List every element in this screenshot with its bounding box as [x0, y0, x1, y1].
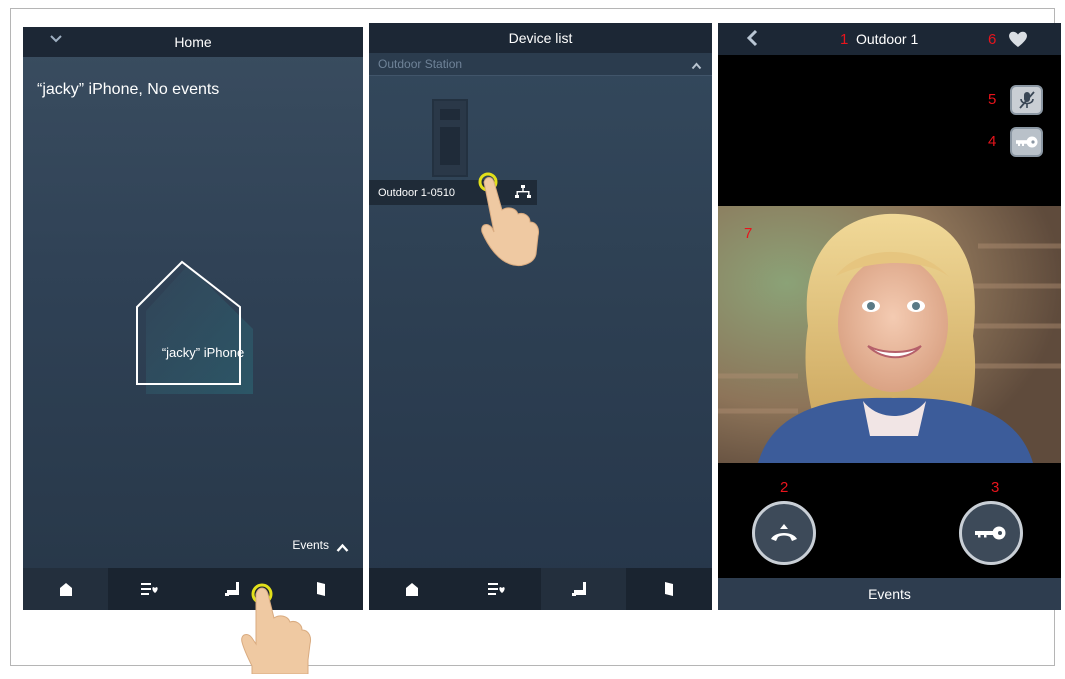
section-header[interactable]: Outdoor Station	[369, 53, 712, 76]
callout-1: 1	[840, 31, 849, 48]
events-bar[interactable]: Events	[718, 578, 1061, 610]
tab-favorites[interactable]	[108, 568, 193, 610]
house-button[interactable]	[128, 259, 258, 399]
callout-5: 5	[988, 91, 997, 108]
back-icon[interactable]	[746, 29, 758, 50]
tab-home[interactable]	[23, 568, 108, 610]
unlock-button[interactable]	[959, 501, 1023, 565]
device-name: Outdoor 1-0510	[378, 187, 456, 199]
key-icon	[975, 526, 1006, 540]
tab-door[interactable]	[626, 568, 712, 610]
home-topbar: Home	[23, 27, 363, 57]
camera-icon	[572, 582, 587, 596]
list-favorite-icon	[487, 583, 505, 595]
chevron-up-icon[interactable]	[691, 57, 702, 75]
section-label: Outdoor Station	[378, 57, 463, 71]
callout-3: 3	[991, 479, 1000, 496]
call-topbar: 1 Outdoor 1 6	[718, 23, 1061, 55]
status-text: “jacky” iPhone, No events	[37, 81, 220, 98]
tab-favorites[interactable]	[455, 568, 541, 610]
callout-4: 4	[988, 133, 997, 150]
outdoor-station-icon	[432, 99, 468, 177]
tap-hand-camera-tab	[238, 574, 318, 679]
tab-home[interactable]	[369, 568, 455, 610]
hang-up-icon	[771, 524, 797, 541]
callout-7: 7	[744, 225, 753, 242]
mute-button[interactable]	[1010, 85, 1043, 115]
callout-2: 2	[780, 479, 789, 496]
door-icon	[665, 582, 674, 596]
page-title: Outdoor 1	[856, 31, 919, 47]
tab-bar	[369, 568, 712, 610]
tap-hand-device	[474, 170, 554, 275]
device-list-topbar: Device list	[369, 23, 712, 53]
page-title: Home	[174, 34, 212, 50]
heart-icon[interactable]	[1008, 30, 1028, 51]
video-feed	[718, 206, 1061, 463]
list-favorite-icon	[140, 583, 158, 595]
tab-camera[interactable]	[540, 568, 627, 610]
hang-up-button[interactable]	[752, 501, 816, 565]
events-label[interactable]: Events	[292, 538, 329, 552]
home-icon	[59, 583, 72, 596]
key-icon	[1015, 136, 1037, 148]
home-icon	[405, 583, 418, 596]
device-list-screen: Device list Outdoor Station Outdoor 1-05…	[369, 23, 712, 610]
chevron-up-icon[interactable]	[336, 540, 349, 558]
call-screen: 1 Outdoor 1 6 5 4 7 2 3 Events	[718, 23, 1061, 610]
callout-6: 6	[988, 31, 997, 48]
mic-off-icon	[1018, 91, 1035, 109]
house-label: “jacky” iPhone	[161, 345, 245, 360]
home-screen: Home “jacky” iPhone, No events “jacky” i…	[23, 27, 363, 610]
unlock-small-button[interactable]	[1010, 127, 1043, 157]
page-title: Device list	[508, 30, 573, 46]
